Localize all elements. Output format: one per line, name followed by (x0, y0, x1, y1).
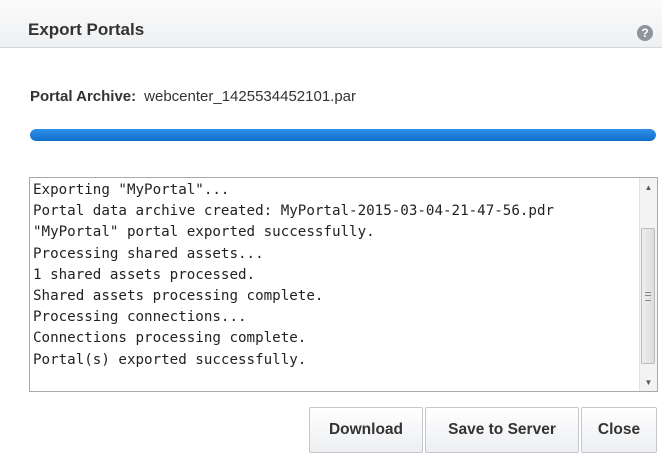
log-scrollbar[interactable]: ▲ ▼ (639, 178, 657, 391)
portal-archive-label: Portal Archive: (30, 88, 137, 105)
download-button[interactable]: Download (309, 407, 423, 453)
export-progress-fill (30, 129, 656, 141)
scroll-thumb[interactable] (641, 228, 655, 364)
scroll-up-arrow-icon[interactable]: ▲ (640, 178, 657, 196)
export-portals-dialog: Export Portals ? Portal Archive: webcente… (0, 0, 662, 460)
close-button[interactable]: Close (581, 407, 657, 453)
export-progress-bar (30, 129, 656, 141)
portal-archive-row: Portal Archive: webcenter_1425534452101.p… (30, 88, 356, 105)
save-to-server-button[interactable]: Save to Server (425, 407, 579, 453)
svg-text:?: ? (641, 26, 648, 40)
export-log-textarea[interactable]: Exporting "MyPortal"... Portal data arch… (29, 177, 658, 392)
help-icon[interactable]: ? (636, 24, 654, 42)
scroll-grip-icon (645, 292, 651, 301)
dialog-titlebar: Export Portals ? (0, 0, 662, 48)
export-log-text: Exporting "MyPortal"... Portal data arch… (33, 182, 555, 368)
dialog-title: Export Portals (28, 20, 145, 39)
portal-archive-filename: webcenter_1425534452101.par (144, 88, 357, 105)
scroll-down-arrow-icon[interactable]: ▼ (640, 373, 657, 391)
